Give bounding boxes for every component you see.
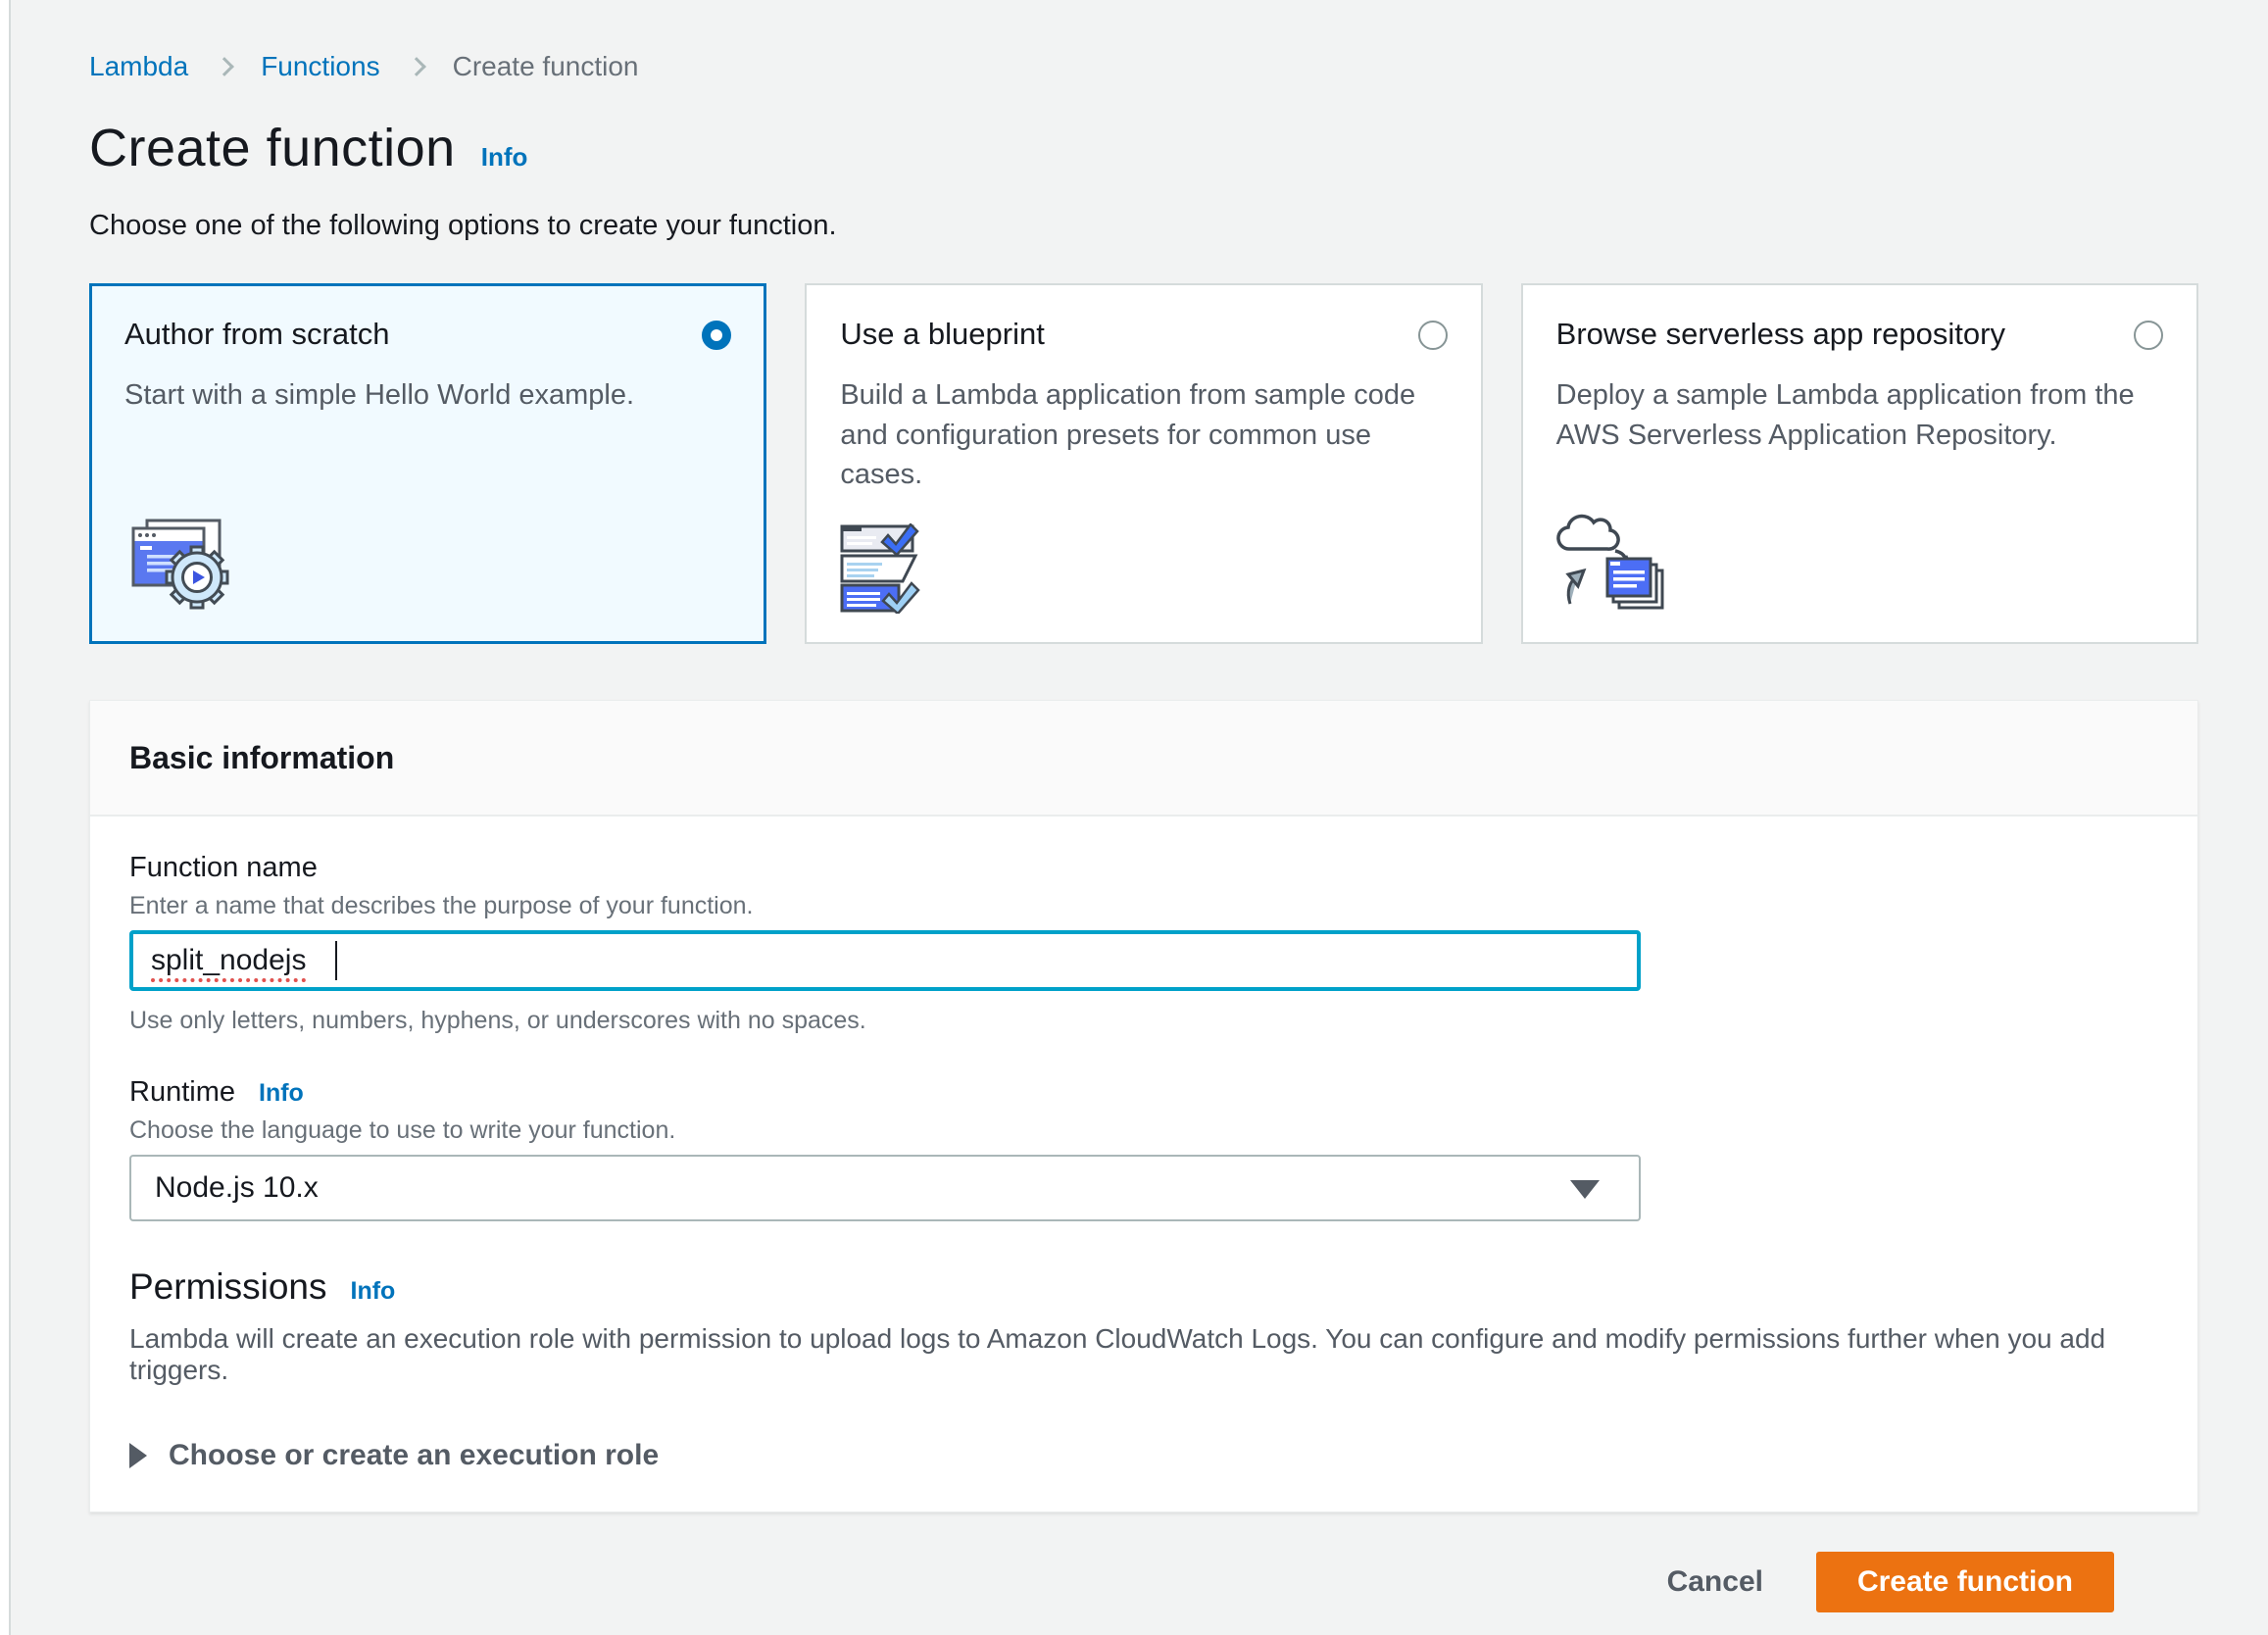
card-browse-serverless-app-repository[interactable]: Browse serverless app repository Deploy … [1521,283,2198,644]
title-info-link[interactable]: Info [481,142,528,173]
chevron-right-icon [407,57,426,76]
card-title: Browse serverless app repository [1556,317,2005,352]
permissions-info-link[interactable]: Info [351,1277,396,1306]
runtime-select[interactable]: Node.js 10.x [129,1155,1641,1221]
card-use-a-blueprint[interactable]: Use a blueprint Build a Lambda applicati… [805,283,1482,644]
function-name-input[interactable]: split_nodejs [129,930,1641,991]
card-title: Use a blueprint [840,317,1045,352]
page-title: Create function [89,118,456,178]
card-description: Deploy a sample Lambda application from … [1556,375,2145,455]
breadcrumb-functions[interactable]: Functions [261,51,379,82]
expand-triangle-icon [129,1443,147,1468]
main-content: Lambda Functions Create function Create … [89,0,2198,1612]
basic-information-panel: Basic information Function name Enter a … [89,700,2198,1512]
creation-option-cards: Author from scratch Start with a simple … [89,283,2198,644]
radio-selected-icon[interactable] [702,321,731,350]
execution-role-expander[interactable]: Choose or create an execution role [129,1439,2158,1472]
create-function-button[interactable]: Create function [1816,1552,2114,1612]
permissions-description: Lambda will create an execution role wit… [129,1323,2158,1386]
runtime-label: Runtime [129,1076,235,1109]
text-caret [335,941,337,980]
author-from-scratch-icon [125,513,241,618]
card-description: Build a Lambda application from sample c… [840,375,1428,495]
runtime-info-link[interactable]: Info [259,1079,304,1108]
card-description: Start with a simple Hello World example. [124,375,713,416]
footer-actions: Cancel Create function [89,1552,2198,1612]
breadcrumb-current: Create function [453,51,639,82]
radio-unselected-icon[interactable] [1418,321,1448,350]
chevron-right-icon [215,57,234,76]
blueprint-icon [840,523,944,619]
function-name-label: Function name [129,852,2158,884]
function-name-constraint: Use only letters, numbers, hyphens, or u… [129,1007,2158,1035]
card-title: Author from scratch [124,317,389,352]
runtime-help: Choose the language to use to write your… [129,1116,2158,1145]
panel-title: Basic information [129,740,394,776]
execution-role-expander-label: Choose or create an execution role [169,1439,659,1472]
serverless-repo-icon [1556,506,1672,619]
permissions-heading: Permissions [129,1266,327,1308]
dropdown-arrow-icon [1570,1180,1600,1199]
cancel-button[interactable]: Cancel [1667,1565,1763,1599]
card-author-from-scratch[interactable]: Author from scratch Start with a simple … [89,283,766,644]
page-subtitle: Choose one of the following options to c… [89,210,2198,242]
runtime-selected-value: Node.js 10.x [155,1171,319,1205]
collapsed-sidebar-rail[interactable] [0,0,11,1635]
function-name-help: Enter a name that describes the purpose … [129,892,2158,920]
function-name-value: split_nodejs [151,944,306,977]
radio-unselected-icon[interactable] [2134,321,2163,350]
breadcrumb-lambda[interactable]: Lambda [89,51,188,82]
breadcrumb: Lambda Functions Create function [89,51,2198,82]
